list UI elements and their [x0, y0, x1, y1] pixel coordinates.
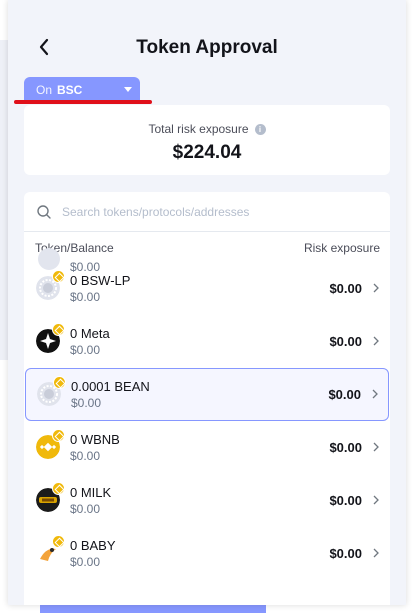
- column-headers: Token/Balance Risk exposure: [35, 241, 380, 255]
- token-value: $0.00: [70, 343, 101, 357]
- search-icon: [37, 204, 51, 219]
- bsc-chain-icon: [52, 429, 65, 442]
- chevron-right-icon: [373, 336, 379, 346]
- bsc-chain-icon: [52, 482, 65, 495]
- token-row[interactable]: 0 MILK $0.00 $0.00: [24, 474, 390, 527]
- token-risk: $0.00: [329, 334, 362, 349]
- risk-summary-card: Total risk exposure i $224.04: [24, 105, 390, 175]
- token-name: 0 MILK: [70, 485, 112, 500]
- chain-name: BSC: [57, 83, 83, 97]
- chevron-right-icon: [373, 495, 379, 505]
- risk-total-value: $224.04: [172, 142, 242, 163]
- column-risk-exposure[interactable]: Risk exposure: [304, 241, 380, 255]
- token-row[interactable]: 0 BABY $0.00 $0.00: [24, 527, 390, 580]
- bsc-chain-icon: [52, 535, 65, 548]
- header: Token Approval: [8, 0, 406, 74]
- token-row-selected[interactable]: 0.0001 BEAN $0.00 $0.00: [25, 368, 389, 421]
- token-name: 0.0001 BEAN: [71, 379, 150, 394]
- caret-down-icon: [124, 87, 132, 92]
- token-value: $0.00: [70, 290, 101, 304]
- chevron-right-icon: [373, 548, 379, 558]
- token-row[interactable]: 0 Meta $0.00 $0.00: [24, 315, 390, 368]
- token-risk: $0.00: [329, 493, 362, 508]
- bsc-chain-icon: [53, 376, 66, 389]
- token-approval-panel: Token Approval On BSC Total risk exposur…: [8, 0, 406, 605]
- token-value: $0.00: [70, 555, 101, 569]
- token-value: $0.00: [71, 396, 102, 410]
- token-risk: $0.00: [329, 546, 362, 561]
- token-name: 0 Meta: [70, 326, 110, 341]
- risk-label-row: Total risk exposure i: [24, 122, 390, 136]
- token-value: $0.00: [70, 502, 101, 516]
- chevron-right-icon: [372, 389, 378, 399]
- token-value: $0.00: [70, 449, 101, 463]
- highlight-underline: [14, 100, 152, 104]
- token-list-card: Token/Balance Risk exposure $0.00 0 BSW-…: [24, 192, 390, 605]
- token-risk: $0.00: [329, 281, 362, 296]
- info-icon[interactable]: i: [254, 123, 266, 135]
- token-name: 0 BABY: [70, 538, 116, 553]
- search-bar: [24, 192, 390, 232]
- token-row[interactable]: 0 BSW-LP $0.00 $0.00: [24, 262, 390, 315]
- bsc-chain-icon: [52, 323, 65, 336]
- chevron-right-icon: [373, 442, 379, 452]
- token-name: 0 BSW-LP: [70, 273, 131, 288]
- chevron-right-icon: [373, 283, 379, 293]
- page-title: Token Approval: [136, 37, 278, 58]
- token-risk: $0.00: [329, 440, 362, 455]
- chain-prefix: On: [36, 83, 53, 97]
- token-risk: $0.00: [328, 387, 361, 402]
- risk-label: Total risk exposure: [148, 122, 249, 136]
- bsc-chain-icon: [52, 270, 65, 283]
- token-name: 0 WBNB: [70, 432, 120, 447]
- token-row[interactable]: 0 WBNB $0.00 $0.00: [24, 421, 390, 474]
- search-input[interactable]: [62, 204, 362, 219]
- background-page: [0, 40, 8, 360]
